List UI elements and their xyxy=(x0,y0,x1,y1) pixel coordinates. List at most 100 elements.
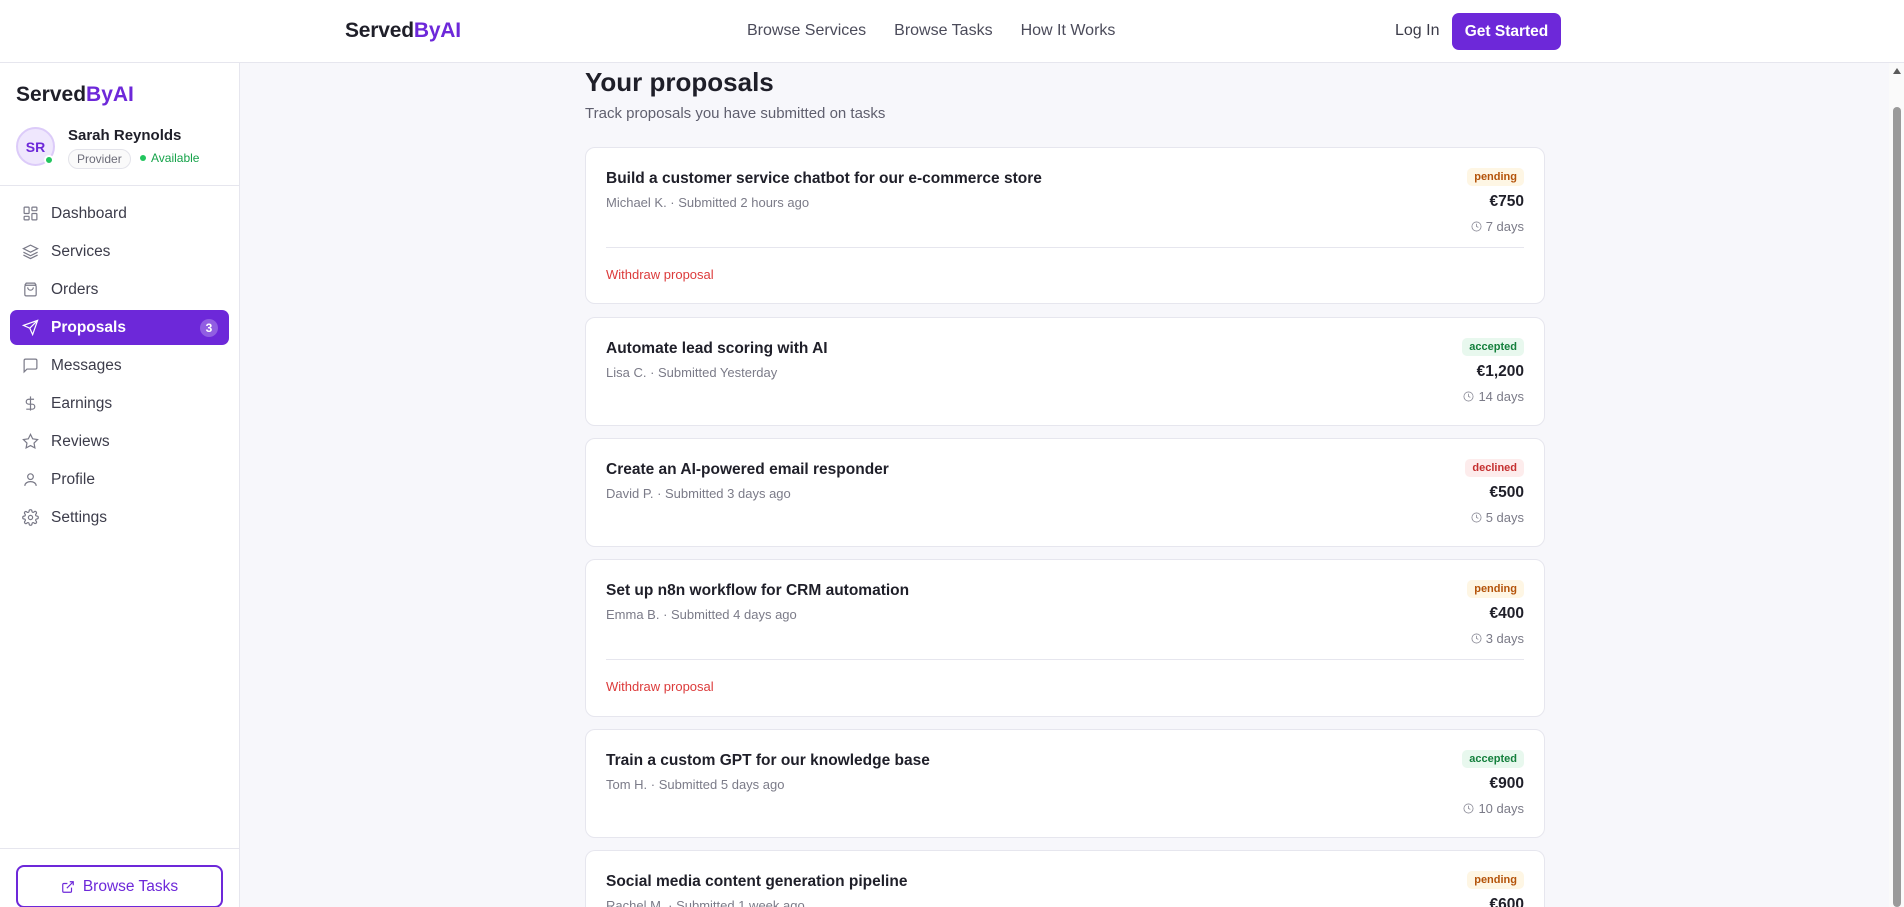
sidebar-item-profile[interactable]: Profile xyxy=(10,462,229,497)
availability-status: Available xyxy=(140,151,199,165)
send-icon xyxy=(22,319,39,336)
proposal-price: €900 xyxy=(1489,775,1524,792)
gear-icon xyxy=(22,509,39,526)
sidebar-item-label: Profile xyxy=(51,470,95,488)
online-indicator xyxy=(44,155,54,165)
proposal-duration: 10 days xyxy=(1463,801,1524,816)
proposal-card[interactable]: Create an AI-powered email responder Dav… xyxy=(585,438,1545,547)
proposal-card[interactable]: Train a custom GPT for our knowledge bas… xyxy=(585,729,1545,838)
dashboard-icon xyxy=(23,206,38,221)
sidebar-item-orders[interactable]: Orders xyxy=(10,272,229,307)
proposal-price: €1,200 xyxy=(1476,363,1524,380)
proposal-meta: Michael K. · Submitted 2 hours ago xyxy=(606,195,810,210)
dollar-icon xyxy=(25,396,36,411)
sidebar-item-proposals[interactable]: Proposals 3 xyxy=(10,310,229,345)
proposal-price: €500 xyxy=(1489,484,1524,501)
sidebar-item-settings[interactable]: Settings xyxy=(10,500,229,535)
proposal-price: €750 xyxy=(1489,193,1524,210)
sidebar-item-label: Settings xyxy=(51,508,108,526)
sidebar-item-reviews[interactable]: Reviews xyxy=(10,424,229,459)
sidebar-item-label: Dashboard xyxy=(51,204,127,222)
proposal-duration: 14 days xyxy=(1463,389,1524,404)
page-title: Your proposals xyxy=(585,67,774,97)
proposal-price: €400 xyxy=(1489,605,1524,622)
proposal-card[interactable]: Build a customer service chatbot for our… xyxy=(585,147,1545,304)
duration-label: 14 days xyxy=(1478,389,1524,404)
proposals-count-badge: 3 xyxy=(200,319,218,337)
user-name: Sarah Reynolds xyxy=(68,127,182,144)
duration-label: 3 days xyxy=(1485,631,1524,646)
withdraw-proposal-link[interactable]: Withdraw proposal xyxy=(606,679,714,694)
proposal-price: €600 xyxy=(1489,896,1524,907)
external-link-icon xyxy=(61,880,74,893)
avatar-initials: SR xyxy=(25,138,46,155)
clock-icon xyxy=(1463,803,1474,814)
proposal-meta: Tom H. · Submitted 5 days ago xyxy=(606,777,785,792)
proposal-card[interactable]: Social media content generation pipeline… xyxy=(585,850,1545,907)
nav-link-how-it-works[interactable]: How It Works xyxy=(1021,22,1116,40)
proposal-title[interactable]: Set up n8n workflow for CRM automation xyxy=(606,582,909,600)
proposal-title[interactable]: Automate lead scoring with AI xyxy=(606,340,828,358)
status-badge: pending xyxy=(1467,168,1524,186)
status-dot-icon xyxy=(140,155,146,161)
status-badge: accepted xyxy=(1462,750,1524,768)
sidebar-item-label: Reviews xyxy=(51,432,110,450)
proposal-meta: David P. · Submitted 3 days ago xyxy=(606,486,791,501)
brand-text-accent: ByAI xyxy=(413,19,461,42)
sidebar-item-dashboard[interactable]: Dashboard xyxy=(10,196,229,231)
withdraw-proposal-link[interactable]: Withdraw proposal xyxy=(606,267,714,282)
proposal-card[interactable]: Set up n8n workflow for CRM automation E… xyxy=(585,559,1545,717)
page-subtitle: Track proposals you have submitted on ta… xyxy=(585,105,886,122)
main-nav: Browse Services Browse Tasks How It Work… xyxy=(747,22,1115,40)
scroll-up-arrow-icon[interactable] xyxy=(1893,68,1901,74)
status-badge: pending xyxy=(1467,871,1524,889)
sidebar-item-label: Services xyxy=(51,242,111,260)
status-badge: declined xyxy=(1465,459,1524,477)
clock-icon xyxy=(1471,633,1482,644)
bag-icon xyxy=(24,282,37,297)
sidebar-menu: Dashboard Services Orders Proposals 3 Me… xyxy=(10,196,229,538)
brand-text-plain: Served xyxy=(345,19,414,42)
role-badge: Provider xyxy=(68,149,131,169)
top-navbar: ServedByAI Browse Services Browse Tasks … xyxy=(0,0,1904,63)
sidebar-item-services[interactable]: Services xyxy=(10,234,229,269)
message-icon xyxy=(23,358,38,374)
status-badge: accepted xyxy=(1462,338,1524,356)
clock-icon xyxy=(1471,221,1482,232)
proposal-title[interactable]: Create an AI-powered email responder xyxy=(606,461,889,479)
sidebar-item-earnings[interactable]: Earnings xyxy=(10,386,229,421)
proposal-meta: Emma B. · Submitted 4 days ago xyxy=(606,607,797,622)
scrollbar-thumb[interactable] xyxy=(1893,107,1901,907)
sidebar-brand-logo[interactable]: ServedByAI xyxy=(16,83,134,107)
get-started-button[interactable]: Get Started xyxy=(1452,13,1561,50)
login-link[interactable]: Log In xyxy=(1395,22,1439,40)
sidebar-item-messages[interactable]: Messages xyxy=(10,348,229,383)
page-scrollbar[interactable] xyxy=(1889,63,1904,907)
clock-icon xyxy=(1463,391,1474,402)
proposal-meta: Lisa C. · Submitted Yesterday xyxy=(606,365,778,380)
proposal-title[interactable]: Social media content generation pipeline xyxy=(606,873,907,891)
duration-label: 10 days xyxy=(1478,801,1524,816)
proposal-meta: Rachel M. · Submitted 1 week ago xyxy=(606,898,805,907)
sidebar-brand-text-plain: Served xyxy=(16,83,87,106)
duration-label: 5 days xyxy=(1485,510,1524,525)
proposal-duration: 5 days xyxy=(1471,510,1524,525)
sidebar-item-label: Earnings xyxy=(51,394,113,412)
proposal-title[interactable]: Build a customer service chatbot for our… xyxy=(606,170,1042,188)
card-divider xyxy=(606,659,1524,660)
proposal-title[interactable]: Train a custom GPT for our knowledge bas… xyxy=(606,752,930,770)
browse-tasks-label: Browse Tasks xyxy=(82,877,179,895)
sidebar-item-label: Orders xyxy=(51,280,99,298)
browse-tasks-button[interactable]: Browse Tasks xyxy=(16,865,223,907)
proposal-duration: 3 days xyxy=(1471,631,1524,646)
proposal-duration: 7 days xyxy=(1471,219,1524,234)
user-icon xyxy=(24,473,37,486)
brand-logo[interactable]: ServedByAI xyxy=(345,19,461,43)
nav-link-browse-services[interactable]: Browse Services xyxy=(747,22,866,40)
proposal-card[interactable]: Automate lead scoring with AI Lisa C. · … xyxy=(585,317,1545,426)
sidebar: ServedByAI SR Sarah Reynolds Provider Av… xyxy=(0,63,240,907)
sidebar-item-label: Proposals xyxy=(51,318,126,336)
status-badge: pending xyxy=(1467,580,1524,598)
nav-link-browse-tasks[interactable]: Browse Tasks xyxy=(894,22,992,40)
layers-icon xyxy=(22,244,39,260)
